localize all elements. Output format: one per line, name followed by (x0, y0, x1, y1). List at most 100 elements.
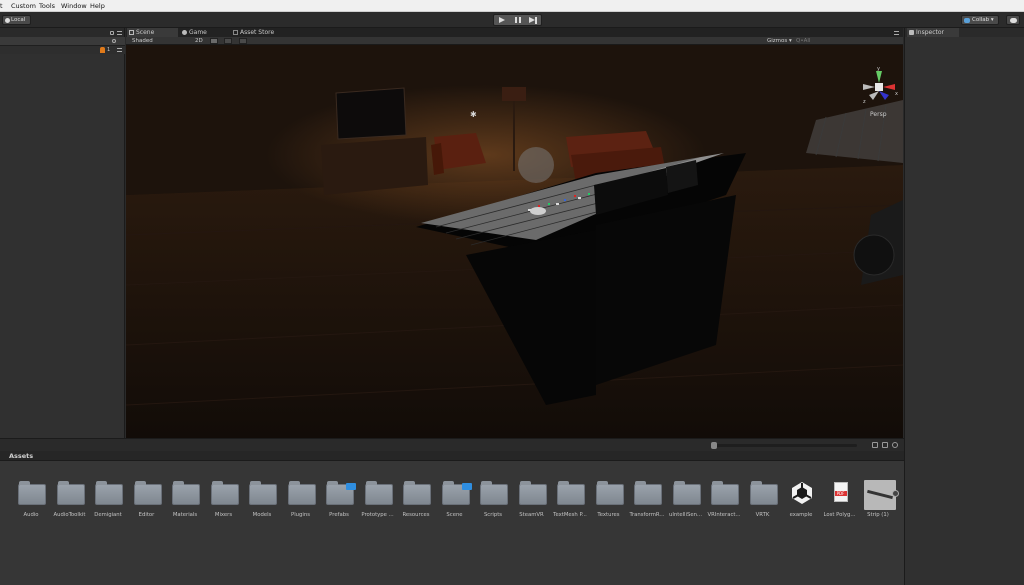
folder-icon (403, 481, 431, 505)
asset-item[interactable]: TransformR... (626, 476, 668, 518)
folder-icon (672, 481, 701, 505)
folder-icon (95, 481, 123, 505)
project-toolbar (0, 438, 904, 451)
menu-item-edit[interactable]: t (0, 2, 3, 10)
slider-thumb[interactable] (711, 442, 717, 449)
pause-button[interactable] (510, 15, 526, 25)
user-icon (100, 47, 105, 53)
asset-label: Materials (172, 512, 198, 518)
asset-item[interactable]: VRInteract... (703, 476, 745, 518)
tab-inspector[interactable]: Inspector (907, 28, 959, 37)
play-icon (499, 16, 505, 23)
asset-label: Audio (23, 512, 39, 518)
toggle-2d[interactable]: 2D (195, 38, 203, 44)
gizmo-x-label: x (895, 91, 898, 97)
menu-item-tools[interactable]: Tools (39, 2, 55, 10)
collab-button[interactable]: Collab ▾ (961, 15, 999, 25)
label-icon[interactable] (882, 442, 888, 448)
row-menu-icon[interactable] (117, 48, 122, 52)
scene-search-input[interactable]: Q•All (796, 38, 810, 44)
cloud-button[interactable] (1006, 15, 1020, 25)
folder-icon (249, 481, 277, 505)
menu-item-help[interactable]: Help (90, 2, 105, 10)
hierarchy-header (0, 28, 124, 37)
scene-menu-icon[interactable] (894, 31, 899, 35)
asset-item[interactable]: Editor (126, 476, 168, 518)
shading-mode-dropdown[interactable]: Shaded (132, 38, 153, 44)
orientation-gizmo[interactable]: y x z (859, 67, 899, 107)
asset-grid: Audio AudioToolkit Demigiant Editor Material… (0, 461, 904, 585)
star-icon[interactable] (892, 442, 898, 448)
asset-item[interactable]: Strip (1) (857, 476, 899, 518)
asset-item[interactable]: Scripts (472, 476, 514, 518)
asset-item[interactable]: Plugins (280, 476, 322, 518)
local-button[interactable]: Local (2, 15, 31, 25)
asset-label: Scripts (483, 512, 503, 518)
menu-item-window[interactable]: Window (61, 2, 87, 10)
projection-label[interactable]: Persp (870, 111, 887, 118)
asset-item[interactable]: Prototype ... (357, 476, 399, 518)
asset-item[interactable]: Models (241, 476, 283, 518)
folder-icon (441, 481, 472, 505)
step-button[interactable] (526, 15, 542, 25)
light-gizmo-icon: ✱ (470, 110, 477, 119)
asset-item[interactable]: uIntelliSen... (665, 476, 707, 518)
asset-label: example (789, 512, 813, 518)
assets-panel: Assets Audio AudioToolkit Demigiant Editor M… (0, 451, 904, 585)
asset-item[interactable]: Lost Polyg... (819, 476, 861, 518)
asset-item[interactable]: TextMesh P... (549, 476, 591, 518)
asset-item[interactable]: Scene (434, 476, 476, 518)
folder-icon (518, 481, 547, 505)
hierarchy-search[interactable] (0, 37, 125, 46)
asset-item[interactable]: Resources (395, 476, 437, 518)
grid-icon (129, 30, 134, 35)
asset-label: Models (252, 512, 272, 518)
lighting-toggle-icon[interactable] (210, 38, 218, 44)
gizmo-y-label: y (877, 67, 880, 72)
asset-label: Prefabs (329, 512, 349, 518)
scene-render: ✱ (126, 45, 903, 438)
folder-icon (634, 481, 662, 505)
asset-label: Plugins (291, 512, 310, 518)
lock-icon[interactable] (110, 31, 114, 35)
asset-item[interactable]: Audio (10, 476, 52, 518)
filter-icon[interactable] (872, 442, 878, 448)
asset-item[interactable]: SteamVR (511, 476, 553, 518)
tab-game[interactable]: Game (180, 28, 230, 37)
folder-icon (595, 481, 624, 505)
hierarchy-row[interactable]: 1 (0, 46, 125, 54)
asset-label: Mixers (214, 512, 233, 518)
hierarchy-count: 1 (107, 47, 111, 53)
asset-item[interactable]: Mixers (203, 476, 245, 518)
pdf-icon (833, 482, 848, 502)
menu-item-custom[interactable]: Custom (11, 2, 36, 10)
effects-toggle-icon[interactable] (239, 38, 247, 44)
thumbnail-size-slider[interactable] (711, 442, 857, 449)
asset-label: Resources (402, 512, 430, 518)
play-controls (493, 14, 542, 26)
play-button[interactable] (494, 15, 510, 25)
panel-menu-icon[interactable] (117, 31, 122, 35)
audio-toggle-icon[interactable] (224, 38, 232, 44)
gizmos-dropdown[interactable]: Gizmos ▾ (767, 38, 792, 44)
tab-scene[interactable]: Scene (127, 28, 178, 37)
asset-item[interactable]: example (780, 476, 822, 518)
asset-item[interactable]: Prefabs (318, 476, 360, 518)
folder-icon (364, 481, 393, 505)
asset-item[interactable]: Textures (588, 476, 630, 518)
asset-item[interactable]: AudioToolkit (49, 476, 91, 518)
asset-item[interactable]: VRTK (742, 476, 784, 518)
assets-breadcrumb[interactable]: Assets (0, 451, 904, 461)
asset-label: TextMesh P... (553, 512, 587, 518)
asset-label: VRTK (755, 512, 770, 518)
collab-icon (964, 18, 970, 23)
asset-label: VRInteract... (707, 512, 741, 518)
asset-item[interactable]: Materials (164, 476, 206, 518)
folder-icon (18, 481, 46, 505)
main-toolbar: Local Collab ▾ (0, 12, 1024, 28)
asset-label: Textures (597, 512, 620, 518)
tab-asset-store[interactable]: Asset Store (231, 28, 291, 37)
asset-item[interactable]: Demigiant (87, 476, 129, 518)
search-clear-icon[interactable] (112, 39, 116, 43)
scene-viewport[interactable]: ✱ y x z Persp (126, 45, 903, 438)
